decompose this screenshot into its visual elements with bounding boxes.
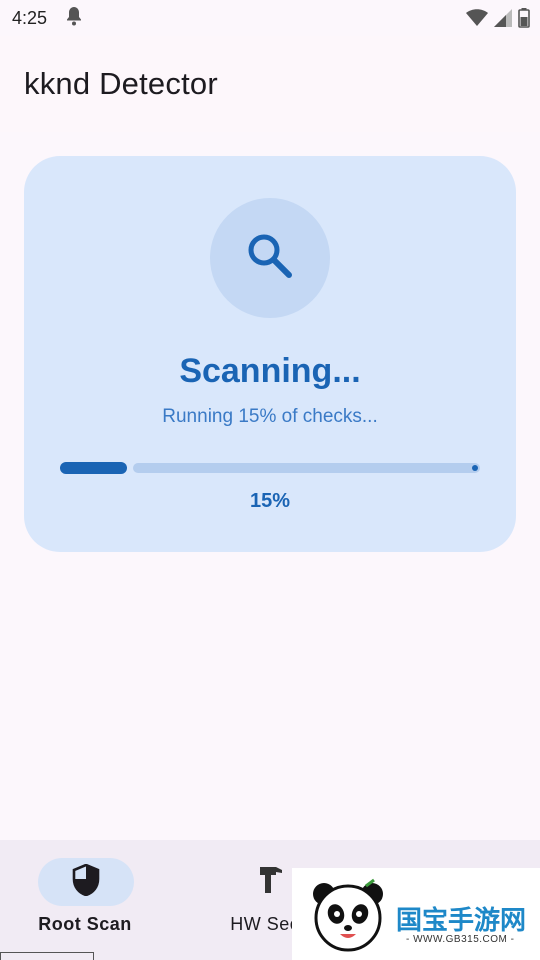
scan-card: Scanning... Running 15% of checks... 15% [24,156,516,552]
status-time: 4:25 [12,7,48,28]
scan-icon-circle [210,198,330,318]
hammer-icon [257,865,285,900]
app-bar: kknd Detector [0,36,540,132]
scan-progress-bar [60,462,480,474]
shield-icon [72,863,100,901]
panda-logo-icon [310,878,386,959]
scan-title: Scanning... [179,352,361,390]
progress-fill [60,462,127,474]
watermark-url: - WWW.GB315.COM - [406,934,515,945]
progress-percent-label: 15% [249,490,291,512]
status-bar: 4:25 [0,0,540,36]
nav-item-root-scan[interactable]: Root Scan [0,840,170,960]
watermark-text: 国宝手游网 [396,905,527,935]
nav-indicator [38,858,134,906]
progress-track [133,463,480,473]
battery-icon [518,8,530,33]
wifi-icon [466,9,488,32]
watermark-overlay: 国宝手游网 - WWW.GB315.COM - [292,868,540,960]
progress-end-dot [472,465,478,471]
scan-subtitle: Running 15% of checks... [162,406,378,427]
app-title: kknd Detector [24,66,218,101]
gesture-bar-fragment [0,952,94,960]
nav-label-root-scan: Root Scan [38,914,132,934]
signal-icon [494,9,512,32]
search-icon [244,230,296,287]
notification-icon [65,6,83,31]
